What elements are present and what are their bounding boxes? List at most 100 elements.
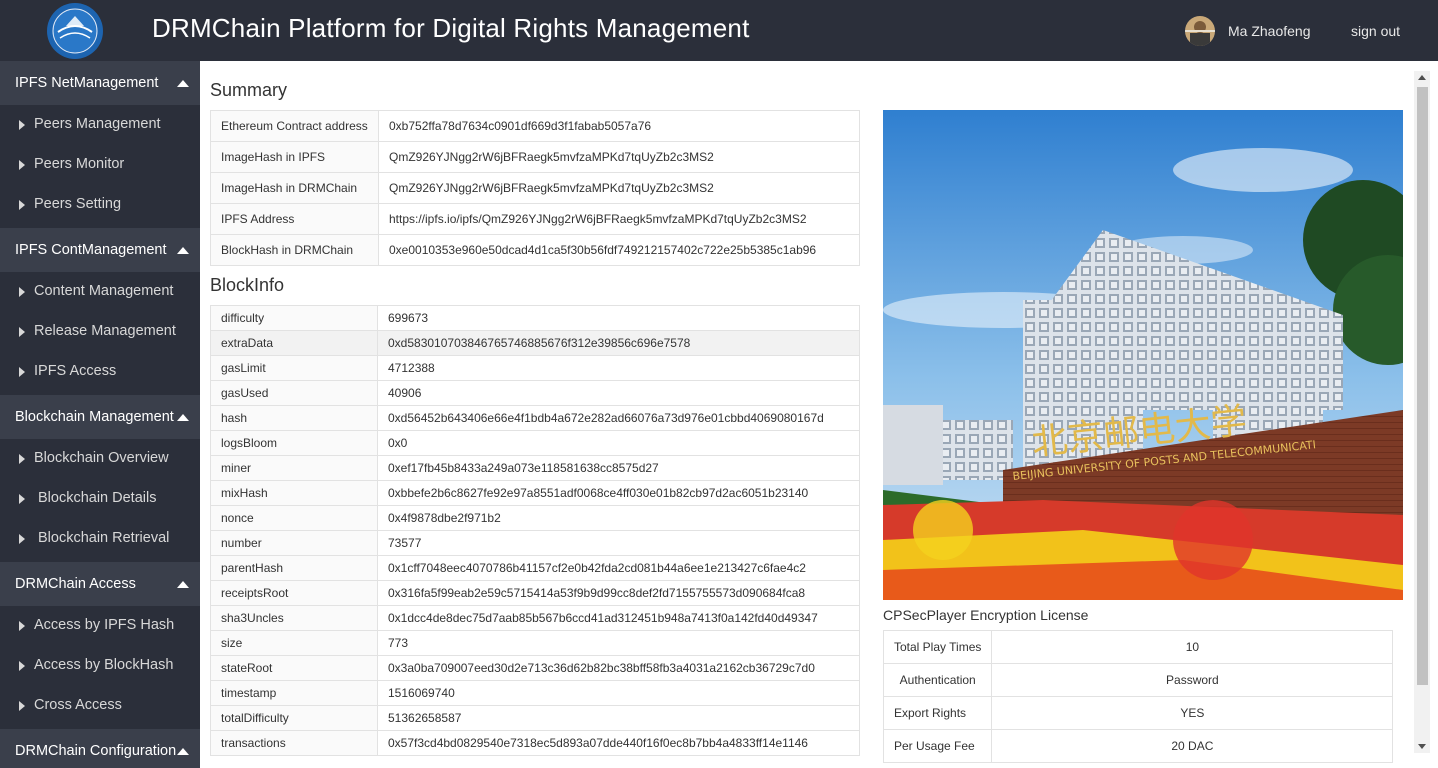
- sidebar-item-label: IPFS Access: [34, 363, 117, 379]
- sidebar-item-blockchain-overview[interactable]: Blockchain Overview: [0, 439, 200, 479]
- row-key: ImageHash in DRMChain: [210, 172, 379, 204]
- license-title: CPSecPlayer Encryption License: [883, 607, 1089, 623]
- caret-right-icon: [19, 160, 25, 170]
- blockinfo-table: difficulty 699673 extraData 0xd58301070384…: [210, 305, 860, 756]
- sidebar-item-access-blockhash[interactable]: Access by BlockHash: [0, 646, 200, 686]
- sign-out-link[interactable]: sign out: [1351, 23, 1400, 39]
- row-value: 0x316fa5f99eab2e59c5715414a53f9b9d99cc8d…: [377, 580, 860, 606]
- sidebar-section-ipfs-cont[interactable]: IPFS ContManagement: [0, 228, 200, 272]
- table-row: extraData 0xd583010703846765746885676f312…: [210, 330, 860, 356]
- row-value: 73577: [377, 530, 860, 556]
- scroll-thumb[interactable]: [1417, 87, 1428, 685]
- sidebar-section-label: DRMChain Access: [15, 576, 136, 592]
- caret-right-icon: [19, 494, 25, 504]
- sidebar-item-release-management[interactable]: Release Management: [0, 312, 200, 352]
- sidebar-item-ipfs-access[interactable]: IPFS Access: [0, 352, 200, 392]
- license-table: Total Play Times 10 Authentication Passwor…: [882, 630, 1394, 763]
- row-key: BlockHash in DRMChain: [210, 234, 379, 266]
- sidebar-item-peers-management[interactable]: Peers Management: [0, 105, 200, 145]
- row-value: 0x57f3cd4bd0829540e7318ec5d893a07dde440f…: [377, 730, 860, 756]
- table-row: gasUsed 40906: [210, 380, 860, 406]
- sidebar-item-content-management[interactable]: Content Management: [0, 272, 200, 312]
- sidebar-section-label: Blockchain Management: [15, 409, 174, 425]
- table-row: number 73577: [210, 530, 860, 556]
- row-value: 0x4f9878dbe2f971b2: [377, 505, 860, 531]
- sidebar-item-cross-access[interactable]: Cross Access: [0, 686, 200, 726]
- caret-right-icon: [19, 621, 25, 631]
- row-key: miner: [210, 455, 378, 481]
- row-value: 4712388: [377, 355, 860, 381]
- sidebar-section-blockchain[interactable]: Blockchain Management: [0, 395, 200, 439]
- caret-right-icon: [19, 534, 25, 544]
- sidebar-section-ipfs-net[interactable]: IPFS NetManagement: [0, 61, 200, 105]
- caret-right-icon: [19, 701, 25, 711]
- row-key: hash: [210, 405, 378, 431]
- table-row: Authentication Password: [882, 663, 1394, 697]
- row-key: Authentication: [882, 663, 993, 697]
- sidebar-item-label: Peers Management: [34, 116, 161, 132]
- table-row: totalDifficulty 51362658587: [210, 705, 860, 731]
- row-key: Export Rights: [882, 696, 993, 730]
- caret-right-icon: [19, 120, 25, 130]
- table-row: ImageHash in IPFS QmZ926YJNgg2rW6jBFRaegk…: [210, 141, 860, 173]
- table-row: Ethereum Contract address 0xb752ffa78d763…: [210, 110, 860, 142]
- row-key: sha3Uncles: [210, 605, 378, 631]
- table-row: nonce 0x4f9878dbe2f971b2: [210, 505, 860, 531]
- row-key: totalDifficulty: [210, 705, 378, 731]
- sidebar-section-label: DRMChain Configuration: [15, 743, 177, 759]
- row-value: 0x1cff7048eec4070786b41157cf2e0b42fda2cd…: [377, 555, 860, 581]
- caret-up-icon: [177, 247, 189, 254]
- row-key: mixHash: [210, 480, 378, 506]
- sidebar-item-label: Access by BlockHash: [34, 657, 174, 673]
- row-key: gasUsed: [210, 380, 378, 406]
- caret-right-icon: [19, 287, 25, 297]
- table-row: Export Rights YES: [882, 696, 1394, 730]
- sidebar-item-blockchain-retrieval[interactable]: Blockchain Retrieval: [0, 519, 200, 559]
- row-value: 0xe0010353e960e50dcad4d1ca5f30b56fdf7492…: [378, 234, 860, 266]
- summary-table: Ethereum Contract address 0xb752ffa78d763…: [210, 110, 860, 266]
- sidebar-item-label: Access by IPFS Hash: [34, 617, 175, 633]
- vertical-scrollbar[interactable]: [1414, 71, 1430, 753]
- sidebar-item-peers-setting[interactable]: Peers Setting: [0, 185, 200, 225]
- table-row: hash 0xd56452b643406e66e4f1bdb4a672e282ad…: [210, 405, 860, 431]
- user-avatar[interactable]: [1185, 16, 1215, 46]
- caret-right-icon: [19, 454, 25, 464]
- sidebar-section-drmchain-config[interactable]: DRMChain Configuration: [0, 729, 200, 768]
- sidebar-section-label: IPFS ContManagement: [15, 242, 167, 258]
- row-key: stateRoot: [210, 655, 378, 681]
- scroll-down-icon[interactable]: [1418, 744, 1426, 749]
- row-value: 699673: [377, 305, 860, 331]
- row-value: QmZ926YJNgg2rW6jBFRaegk5mvfzaMPKd7tqUyZb…: [378, 141, 860, 173]
- sidebar-item-access-ipfs-hash[interactable]: Access by IPFS Hash: [0, 606, 200, 646]
- row-value: 0xbbefe2b6c8627fe92e97a8551adf0068ce4ff0…: [377, 480, 860, 506]
- row-key: IPFS Address: [210, 203, 379, 235]
- row-value: YES: [991, 696, 1394, 730]
- table-row: transactions 0x57f3cd4bd0829540e7318ec5d8…: [210, 730, 860, 756]
- table-row: miner 0xef17fb45b8433a249a073e118581638cc…: [210, 455, 860, 481]
- sidebar-item-peers-monitor[interactable]: Peers Monitor: [0, 145, 200, 185]
- row-value: 10: [991, 630, 1394, 664]
- sidebar-section-drmchain-access[interactable]: DRMChain Access: [0, 562, 200, 606]
- caret-up-icon: [177, 581, 189, 588]
- row-value: 0xd56452b643406e66e4f1bdb4a672e282ad6607…: [377, 405, 860, 431]
- row-key: transactions: [210, 730, 378, 756]
- row-value: Password: [991, 663, 1394, 697]
- table-row: receiptsRoot 0x316fa5f99eab2e59c5715414a5…: [210, 580, 860, 606]
- table-row: mixHash 0xbbefe2b6c8627fe92e97a8551adf006…: [210, 480, 860, 506]
- row-key: extraData: [210, 330, 378, 356]
- table-row: logsBloom 0x0: [210, 430, 860, 456]
- scroll-up-icon[interactable]: [1418, 75, 1426, 80]
- row-value: 0xb752ffa78d7634c0901df669d3f1fabab5057a…: [378, 110, 860, 142]
- table-row: Total Play Times 10: [882, 630, 1394, 664]
- row-key: Total Play Times: [882, 630, 993, 664]
- row-key: nonce: [210, 505, 378, 531]
- row-key: logsBloom: [210, 430, 378, 456]
- sidebar-item-label: Blockchain Details: [38, 490, 157, 506]
- blockinfo-title: BlockInfo: [210, 275, 285, 295]
- caret-right-icon: [19, 367, 25, 377]
- table-row: IPFS Address https://ipfs.io/ipfs/QmZ926Y…: [210, 203, 860, 235]
- sidebar-item-blockchain-details[interactable]: Blockchain Details: [0, 479, 200, 519]
- user-name[interactable]: Ma Zhaofeng: [1228, 23, 1311, 39]
- row-value: QmZ926YJNgg2rW6jBFRaegk5mvfzaMPKd7tqUyZb…: [378, 172, 860, 204]
- university-logo: [47, 3, 103, 59]
